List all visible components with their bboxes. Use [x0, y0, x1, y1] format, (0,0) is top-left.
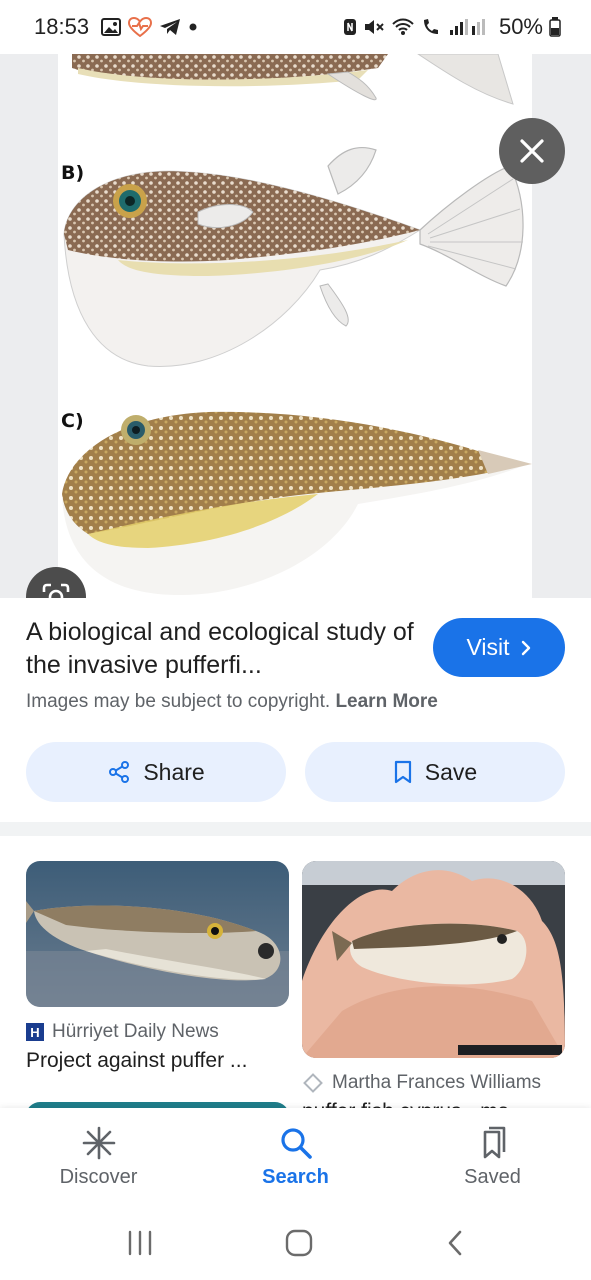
bottom-navigation: Discover Search Saved: [0, 1108, 591, 1206]
dot-icon: [189, 23, 197, 31]
copyright-text: Images may be subject to copyright.: [26, 691, 331, 712]
share-button[interactable]: Share: [26, 742, 286, 802]
discover-icon: [82, 1126, 115, 1160]
nav-search-label: Search: [262, 1166, 329, 1188]
lens-icon: [42, 583, 70, 598]
pufferfish-figure: B) C): [58, 54, 532, 598]
hurriyet-favicon-icon: H: [26, 1023, 44, 1041]
nav-discover-label: Discover: [59, 1166, 138, 1188]
screen: 18:53 50% B) C) A biological and ecologi…: [0, 0, 591, 1280]
status-time: 18:53: [34, 14, 90, 39]
volte-icon: [423, 19, 438, 34]
share-label: Share: [143, 758, 205, 785]
result-title[interactable]: A biological and ecological study of the…: [26, 616, 416, 682]
visit-label: Visit: [466, 634, 510, 660]
related-card[interactable]: H Hürriyet Daily News Project against pu…: [26, 861, 289, 1073]
nav-discover[interactable]: Discover: [0, 1108, 197, 1206]
related-image[interactable]: [302, 861, 565, 1058]
visit-button[interactable]: Visit: [433, 618, 565, 677]
home-icon[interactable]: [285, 1229, 313, 1257]
battery-text: 50%: [498, 14, 543, 39]
related-title[interactable]: Project against puffer ...: [26, 1049, 289, 1073]
learn-more-link[interactable]: Learn More: [335, 691, 437, 712]
image-viewer[interactable]: B) C): [0, 54, 591, 598]
close-icon: [520, 139, 544, 163]
related-images-grid: H Hürriyet Daily News Project against pu…: [0, 836, 591, 1108]
health-icon: [128, 17, 153, 37]
signal-icon: [449, 19, 485, 35]
close-button[interactable]: [499, 118, 565, 184]
system-navigation-bar: [0, 1206, 591, 1280]
save-button[interactable]: Save: [305, 742, 565, 802]
figure-label-c: C): [61, 410, 84, 432]
nfc-icon: [343, 19, 356, 35]
related-source-name: Martha Frances Williams: [332, 1072, 542, 1093]
result-info-panel: A biological and ecological study of the…: [0, 598, 591, 822]
copyright-notice: Images may be subject to copyright. Lear…: [26, 691, 438, 713]
related-image[interactable]: [26, 861, 289, 1007]
save-label: Save: [424, 758, 478, 785]
saved-icon: [483, 1126, 505, 1159]
share-icon: [109, 761, 130, 783]
bookmark-icon: [394, 760, 411, 784]
nav-saved-label: Saved: [464, 1166, 521, 1188]
battery-icon: [549, 17, 561, 37]
related-source: Martha Frances Williams: [302, 1072, 565, 1094]
gallery-icon: [101, 18, 122, 36]
search-icon: [280, 1128, 312, 1159]
related-source: H Hürriyet Daily News: [26, 1021, 289, 1043]
recent-apps-icon[interactable]: [126, 1230, 154, 1256]
figure-label-b: B): [61, 162, 84, 184]
related-source-name: Hürriyet Daily News: [52, 1021, 219, 1042]
status-icons-right: 50%: [343, 14, 561, 40]
section-divider: [0, 822, 591, 836]
wifi-icon: [392, 18, 414, 35]
pufferfish-in-hand-photo: [302, 861, 565, 1058]
mute-icon: [364, 20, 384, 34]
telegram-icon: [160, 19, 181, 35]
pufferfish-underwater-photo: [26, 861, 289, 1007]
status-icons-left: [101, 17, 198, 37]
nav-search[interactable]: Search: [197, 1108, 394, 1206]
pufferfish-illustration: B) C): [61, 54, 532, 596]
chevron-right-icon: [521, 640, 530, 655]
related-title[interactable]: puffer fish cyprus - ma...: [302, 1100, 565, 1108]
status-bar: 18:53 50%: [0, 0, 591, 54]
related-card[interactable]: Martha Frances Williams puffer fish cypr…: [302, 861, 565, 1108]
source-diamond-icon: [303, 1073, 323, 1093]
nav-saved[interactable]: Saved: [394, 1108, 591, 1206]
back-icon[interactable]: [445, 1229, 465, 1257]
